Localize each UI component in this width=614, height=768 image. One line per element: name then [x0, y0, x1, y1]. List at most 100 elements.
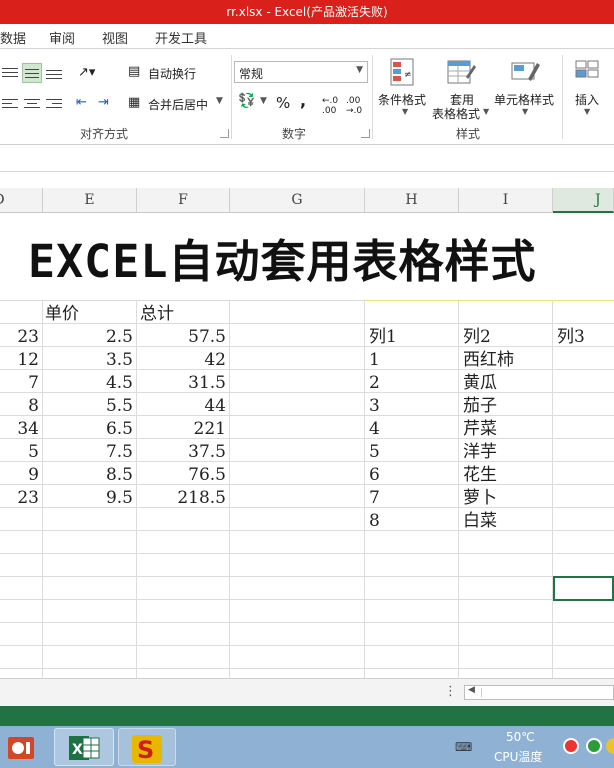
qty-cell[interactable]: 23 [0, 326, 39, 349]
format-table-label-2[interactable]: 表格格式 [432, 105, 480, 122]
header-col3[interactable]: 列3 [557, 326, 585, 349]
total-cell[interactable]: 221 [137, 418, 226, 441]
price-cell[interactable]: 3.5 [43, 349, 133, 372]
price-cell[interactable]: 6.5 [43, 418, 133, 441]
tab-review[interactable]: 审阅 [49, 28, 75, 47]
qty-cell[interactable]: 23 [0, 487, 39, 510]
currency-dropdown-icon[interactable]: ▼ [260, 96, 267, 106]
taskbar-app-sogou[interactable]: S [118, 728, 176, 766]
increase-indent-icon[interactable]: ⇥ [98, 95, 109, 110]
total-cell[interactable]: 76.5 [137, 464, 226, 487]
scroll-left-icon[interactable]: ◀ [468, 685, 475, 695]
taskbar-app-powerpoint[interactable] [0, 728, 48, 766]
keyboard-icon[interactable]: ⌨ [455, 740, 472, 754]
decrease-decimal-button[interactable]: .00 →.0 [346, 96, 362, 116]
decrease-indent-icon[interactable]: ⇤ [76, 95, 87, 110]
name-cell[interactable]: 洋芋 [463, 441, 497, 464]
align-bottom-icon[interactable] [46, 67, 62, 81]
price-cell[interactable]: 5.5 [43, 395, 133, 418]
tray-360-icon[interactable] [586, 738, 602, 754]
total-cell[interactable]: 44 [137, 395, 226, 418]
price-cell[interactable]: 4.5 [43, 372, 133, 395]
id-cell[interactable]: 3 [369, 395, 380, 418]
alignment-group-label: 对齐方式 [80, 127, 129, 141]
name-cell[interactable]: 白菜 [463, 510, 497, 533]
qty-cell[interactable]: 7 [0, 372, 39, 395]
header-price[interactable]: 单价 [45, 303, 79, 326]
price-cell[interactable]: 9.5 [43, 487, 133, 510]
column-header-f[interactable]: F [137, 188, 230, 213]
price-cell[interactable]: 7.5 [43, 441, 133, 464]
tab-data[interactable]: 数据 [0, 28, 26, 47]
total-cell[interactable]: 42 [137, 349, 226, 372]
insert-button[interactable]: 插入 [575, 91, 599, 108]
merge-dropdown-icon[interactable]: ▼ [216, 96, 223, 106]
tray-security-icon[interactable] [563, 738, 579, 754]
total-cell[interactable]: 37.5 [137, 441, 226, 464]
worksheet-grid[interactable]: EXCEL自动套用表格样式 单价 总计 23 2.5 57.5 12 3.5 4… [0, 213, 614, 678]
more-options-icon[interactable]: ⋮ [444, 684, 457, 699]
align-right-icon[interactable] [46, 96, 62, 110]
column-header-j[interactable]: J [553, 188, 614, 213]
name-cell[interactable]: 西红柿 [463, 349, 514, 372]
number-launcher-icon[interactable] [361, 129, 370, 138]
align-top-icon[interactable] [2, 65, 18, 79]
total-cell[interactable]: 218.5 [137, 487, 226, 510]
align-left-icon[interactable] [2, 96, 18, 110]
header-col2[interactable]: 列2 [463, 326, 491, 349]
qty-cell[interactable]: 12 [0, 349, 39, 372]
column-header-h[interactable]: H [365, 188, 459, 213]
id-cell[interactable]: 8 [369, 510, 380, 533]
tab-view[interactable]: 视图 [102, 28, 128, 47]
column-header-d[interactable]: D [0, 188, 43, 213]
tray-app-icon[interactable] [606, 738, 614, 754]
group-separator [562, 55, 563, 139]
taskbar-app-excel[interactable]: X [54, 728, 114, 766]
comma-button[interactable]: , [300, 91, 306, 110]
wrap-text-button[interactable]: 自动换行 [148, 65, 196, 82]
active-cell-selection[interactable] [553, 576, 614, 601]
number-format-select[interactable]: 常规 ▼ [234, 61, 368, 83]
tab-developer[interactable]: 开发工具 [155, 28, 207, 47]
name-cell[interactable]: 茄子 [463, 395, 497, 418]
align-middle-icon[interactable] [22, 63, 42, 83]
formula-bar[interactable] [0, 146, 614, 172]
sheet-tab-bar: ⋮ ◀ [0, 678, 614, 706]
id-cell[interactable]: 2 [369, 372, 380, 395]
qty-cell[interactable]: 8 [0, 395, 39, 418]
total-cell[interactable]: 57.5 [137, 326, 226, 349]
column-header-g[interactable]: G [230, 188, 365, 213]
qty-cell[interactable]: 5 [0, 441, 39, 464]
name-cell[interactable]: 花生 [463, 464, 497, 487]
orientation-icon[interactable]: ↗▾ [78, 65, 95, 80]
price-cell[interactable]: 2.5 [43, 326, 133, 349]
name-cell[interactable]: 萝卜 [463, 487, 497, 510]
align-center-icon[interactable] [24, 96, 40, 110]
id-cell[interactable]: 7 [369, 487, 380, 510]
id-cell[interactable]: 4 [369, 418, 380, 441]
currency-icon[interactable]: 💱 [238, 93, 255, 109]
header-col1[interactable]: 列1 [369, 326, 397, 349]
qty-cell[interactable]: 9 [0, 464, 39, 487]
header-total[interactable]: 总计 [140, 303, 174, 326]
price-cell[interactable]: 8.5 [43, 464, 133, 487]
cpu-temperature: 50℃ [506, 730, 535, 744]
total-cell[interactable]: 31.5 [137, 372, 226, 395]
increase-decimal-button[interactable]: ←.0.00 [322, 96, 338, 116]
scrollbar-thumb[interactable] [481, 688, 611, 697]
name-cell[interactable]: 芹菜 [463, 418, 497, 441]
table-top-border [365, 300, 614, 301]
cell-styles-button[interactable]: 单元格样式 [494, 91, 554, 108]
alignment-launcher-icon[interactable] [220, 129, 229, 138]
column-header-i[interactable]: I [459, 188, 553, 213]
qty-cell[interactable]: 34 [0, 418, 39, 441]
merge-center-button[interactable]: 合并后居中 [148, 96, 208, 113]
column-header-e[interactable]: E [43, 188, 137, 213]
percent-button[interactable]: % [276, 94, 290, 112]
id-cell[interactable]: 6 [369, 464, 380, 487]
horizontal-scrollbar[interactable]: ◀ [464, 685, 614, 700]
conditional-format-button[interactable]: 条件格式 [378, 91, 426, 108]
id-cell[interactable]: 5 [369, 441, 380, 464]
id-cell[interactable]: 1 [369, 349, 380, 372]
name-cell[interactable]: 黄瓜 [463, 372, 497, 395]
